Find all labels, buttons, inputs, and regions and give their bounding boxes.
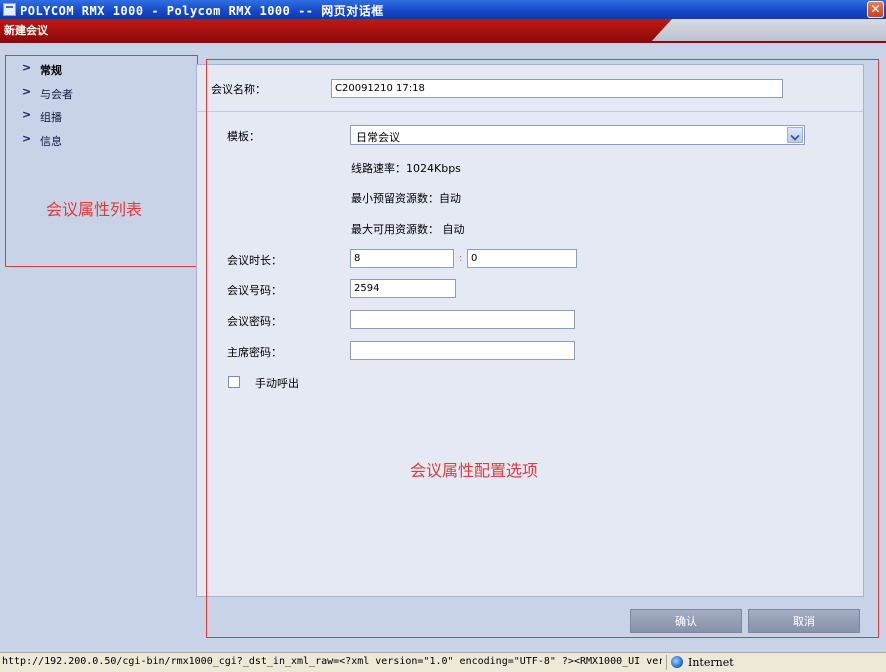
- cancel-button[interactable]: 取消: [748, 609, 860, 633]
- window-titlebar: POLYCOM RMX 1000 - Polycom RMX 1000 -- 网…: [0, 0, 886, 19]
- status-url: http://192.200.0.50/cgi-bin/rmx1000_cgi?…: [2, 656, 662, 667]
- app-icon: [3, 3, 16, 16]
- nav-annotation-caption: 会议属性列表: [46, 200, 143, 219]
- header-divider: [0, 41, 886, 43]
- status-divider: [666, 655, 667, 670]
- window-title: POLYCOM RMX 1000 - Polycom RMX 1000 -- 网…: [20, 4, 384, 18]
- dialog-title: 新建会议: [4, 24, 48, 37]
- close-icon[interactable]: ✕: [867, 1, 884, 18]
- dialog-header: 新建会议: [0, 19, 886, 43]
- panel-annotation-caption: 会议属性配置选项: [410, 461, 539, 480]
- status-bar: http://192.200.0.50/cgi-bin/rmx1000_cgi?…: [0, 652, 886, 672]
- nav-annotation-box: [5, 55, 198, 267]
- globe-icon: [671, 656, 683, 668]
- security-zone: Internet: [688, 656, 734, 669]
- panel-annotation-box: [206, 59, 879, 638]
- dialog-tab: 新建会议: [0, 19, 672, 41]
- ok-button[interactable]: 确认: [630, 609, 742, 633]
